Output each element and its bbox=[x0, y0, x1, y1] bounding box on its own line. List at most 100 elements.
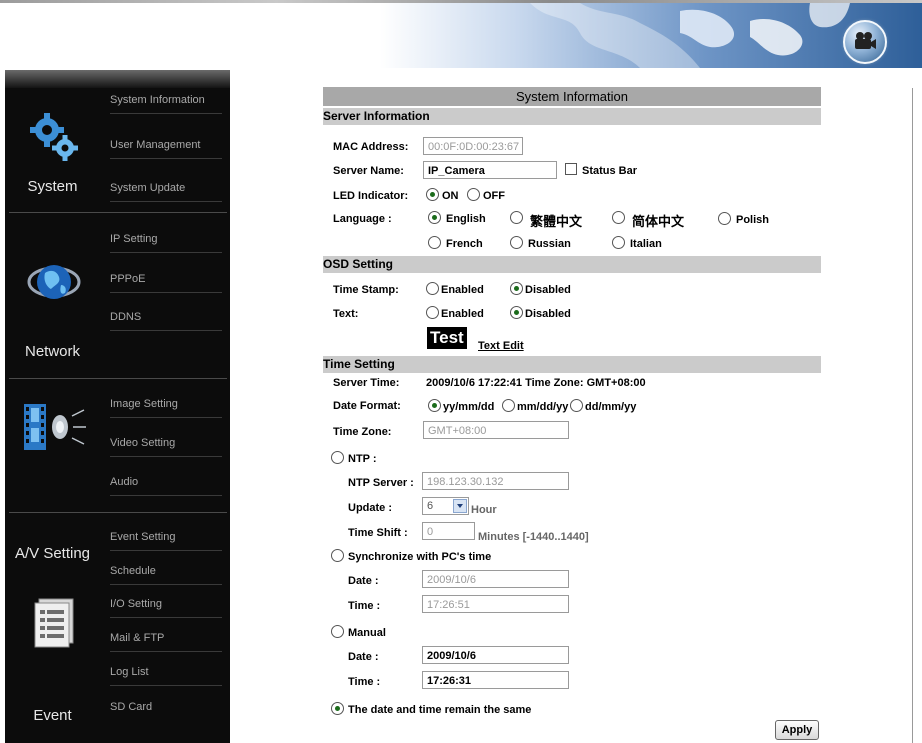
language-polish-radio[interactable] bbox=[718, 212, 731, 225]
ntp-server-input[interactable]: 198.123.30.132 bbox=[422, 472, 569, 490]
server-name-label: Server Name: bbox=[333, 165, 404, 177]
date-format-mmddyy-radio[interactable] bbox=[502, 399, 515, 412]
language-french-label: French bbox=[446, 238, 483, 250]
time-stamp-enabled-label: Enabled bbox=[441, 284, 484, 296]
sidebar-item-system-information[interactable]: System Information bbox=[110, 88, 222, 114]
led-indicator-label: LED Indicator: bbox=[333, 190, 409, 202]
manual-date-label: Date : bbox=[348, 651, 379, 663]
sidebar-group-label-system[interactable]: System bbox=[5, 178, 100, 195]
manual-time-label: Time : bbox=[348, 676, 381, 688]
led-off-radio[interactable] bbox=[467, 188, 480, 201]
manual-date-input[interactable]: 2009/10/6 bbox=[422, 646, 569, 664]
sidebar-item-image-setting[interactable]: Image Setting bbox=[110, 392, 222, 418]
remain-same-label: The date and time remain the same bbox=[348, 704, 532, 716]
sidebar-item-pppoe[interactable]: PPPoE bbox=[110, 267, 222, 293]
language-english-label: English bbox=[446, 213, 486, 225]
language-russian-radio[interactable] bbox=[510, 236, 523, 249]
video-camera-icon bbox=[855, 32, 876, 49]
update-interval-select[interactable]: 6 bbox=[422, 497, 469, 515]
page-title: System Information bbox=[323, 87, 821, 106]
update-label: Update : bbox=[348, 502, 392, 514]
sidebar-item-video-setting[interactable]: Video Setting bbox=[110, 431, 222, 457]
language-traditional-chinese-radio[interactable] bbox=[510, 211, 523, 224]
globe-icon bbox=[27, 265, 81, 299]
language-label: Language : bbox=[333, 213, 392, 225]
sidebar-item-system-update[interactable]: System Update bbox=[110, 176, 222, 202]
section-time-setting: Time Setting bbox=[323, 356, 821, 373]
time-zone-label: Time Zone: bbox=[333, 426, 392, 438]
remain-same-radio[interactable] bbox=[331, 702, 344, 715]
sidebar-item-event-setting[interactable]: Event Setting bbox=[110, 525, 222, 551]
sidebar-item-audio[interactable]: Audio bbox=[110, 470, 222, 496]
divider bbox=[9, 512, 227, 513]
date-format-yymmdd-label: yy/mm/dd bbox=[443, 401, 495, 413]
status-bar-checkbox[interactable] bbox=[565, 163, 577, 175]
ntp-label: NTP : bbox=[348, 453, 377, 465]
sync-date-field: 2009/10/6 bbox=[422, 570, 569, 588]
language-english-radio[interactable] bbox=[428, 211, 441, 224]
film-speaker-icon bbox=[24, 404, 86, 450]
language-italian-radio[interactable] bbox=[612, 236, 625, 249]
osd-text-enabled-label: Enabled bbox=[441, 308, 484, 320]
language-simplified-chinese-radio[interactable] bbox=[612, 211, 625, 224]
time-shift-unit: Minutes [-1440..1440] bbox=[478, 531, 589, 543]
update-unit: Hour bbox=[471, 504, 497, 516]
sync-pc-time-radio[interactable] bbox=[331, 549, 344, 562]
sidebar-item-ip-setting[interactable]: IP Setting bbox=[110, 227, 222, 253]
led-on-radio[interactable] bbox=[426, 188, 439, 201]
ntp-server-label: NTP Server : bbox=[348, 477, 414, 489]
mac-address-label: MAC Address: bbox=[333, 141, 409, 153]
server-name-input[interactable]: IP_Camera bbox=[423, 161, 557, 179]
sidebar-group-system: System System Information User Managemen… bbox=[5, 88, 230, 211]
time-stamp-enabled-radio[interactable] bbox=[426, 282, 439, 295]
sidebar-item-user-management[interactable]: User Management bbox=[110, 133, 222, 159]
manual-radio[interactable] bbox=[331, 625, 344, 638]
section-osd-setting: OSD Setting bbox=[323, 256, 821, 273]
camera-logo bbox=[843, 20, 887, 64]
date-format-ddmmyy-radio[interactable] bbox=[570, 399, 583, 412]
server-time-label: Server Time: bbox=[333, 377, 400, 389]
time-stamp-disabled-label: Disabled bbox=[525, 284, 571, 296]
sidebar-item-io-setting[interactable]: I/O Setting bbox=[110, 592, 222, 618]
language-french-radio[interactable] bbox=[428, 236, 441, 249]
update-interval-value: 6 bbox=[427, 500, 434, 512]
sidebar-item-schedule[interactable]: Schedule bbox=[110, 559, 222, 585]
sidebar-group-event: Event Event Setting Schedule I/O Setting… bbox=[5, 525, 230, 743]
sidebar-group-label-network[interactable]: Network bbox=[5, 343, 100, 360]
sidebar-item-mail-ftp[interactable]: Mail & FTP bbox=[110, 626, 222, 652]
language-russian-label: Russian bbox=[528, 238, 571, 250]
text-edit-link[interactable]: Text Edit bbox=[478, 340, 524, 352]
date-format-label: Date Format: bbox=[333, 400, 401, 412]
osd-text-enabled-radio[interactable] bbox=[426, 306, 439, 319]
sync-date-label: Date : bbox=[348, 575, 379, 587]
osd-text-label: Text: bbox=[333, 308, 359, 320]
time-shift-input[interactable]: 0 bbox=[422, 522, 475, 540]
osd-text-preview: Test bbox=[427, 327, 467, 349]
ntp-radio[interactable] bbox=[331, 451, 344, 464]
world-map-banner bbox=[380, 3, 922, 68]
time-stamp-disabled-radio[interactable] bbox=[510, 282, 523, 295]
sidebar-group-network: Network IP Setting PPPoE DDNS bbox=[5, 215, 230, 375]
osd-text-disabled-label: Disabled bbox=[525, 308, 571, 320]
sidebar-item-ddns[interactable]: DDNS bbox=[110, 305, 222, 331]
sidebar-item-log-list[interactable]: Log List bbox=[110, 660, 222, 686]
sync-time-field: 17:26:51 bbox=[422, 595, 569, 613]
led-off-label: OFF bbox=[483, 190, 505, 202]
manual-time-input[interactable]: 17:26:31 bbox=[422, 671, 569, 689]
time-zone-field[interactable]: GMT+08:00 bbox=[423, 421, 569, 439]
sync-time-label: Time : bbox=[348, 600, 381, 612]
sync-pc-time-label: Synchronize with PC's time bbox=[348, 551, 492, 563]
divider bbox=[9, 378, 227, 379]
sidebar-group-label-event[interactable]: Event bbox=[5, 707, 100, 724]
server-time-value: 2009/10/6 17:22:41 Time Zone: GMT+08:00 bbox=[426, 377, 646, 389]
header-banner bbox=[0, 0, 922, 68]
manual-label: Manual bbox=[348, 627, 386, 639]
chevron-down-icon bbox=[453, 499, 467, 513]
sidebar-item-sd-card[interactable]: SD Card bbox=[110, 695, 222, 720]
section-server-information: Server Information bbox=[323, 108, 821, 125]
time-stamp-label: Time Stamp: bbox=[333, 284, 399, 296]
mac-address-field: 00:0F:0D:00:23:67 bbox=[423, 137, 523, 155]
apply-button[interactable]: Apply bbox=[775, 720, 819, 740]
date-format-yymmdd-radio[interactable] bbox=[428, 399, 441, 412]
osd-text-disabled-radio[interactable] bbox=[510, 306, 523, 319]
